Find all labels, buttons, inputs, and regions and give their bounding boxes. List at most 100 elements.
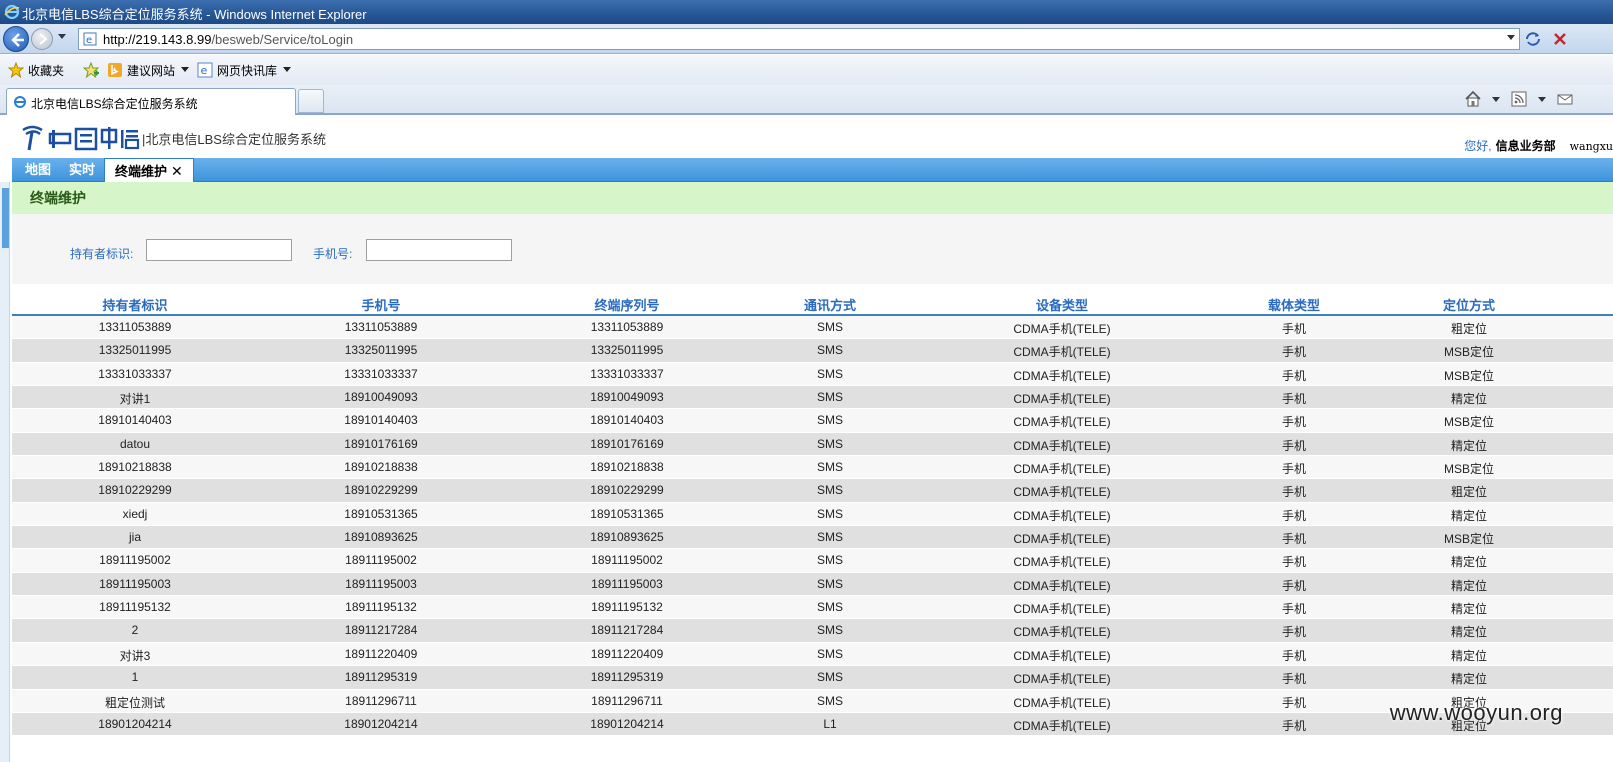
department-name: 信息业务部 bbox=[1495, 139, 1556, 153]
close-tab-icon[interactable]: ✕ bbox=[171, 163, 183, 179]
cell-phone: 18911220409 bbox=[344, 646, 418, 661]
header-serial[interactable]: 终端序列号 bbox=[594, 295, 659, 314]
cell-phone: 13311053889 bbox=[344, 320, 418, 334]
cell-locate-method: 精定位 bbox=[1450, 555, 1488, 570]
cell-phone: 18911295319 bbox=[344, 670, 418, 685]
table-header: 持有者标识 手机号 终端序列号 通讯方式 设备类型 载体类型 定位方式 bbox=[12, 290, 1613, 316]
phone-label: 手机号: bbox=[313, 247, 353, 261]
table-row[interactable]: 粗定位测试 18911296711 18911296711 SMS CDMA手机(TEL… bbox=[12, 689, 1613, 713]
new-tab-button[interactable] bbox=[298, 89, 324, 113]
arrow-left-icon bbox=[11, 33, 24, 47]
cell-holder-id: 18910140403 bbox=[98, 413, 172, 428]
cell-holder-id: jia bbox=[128, 530, 142, 545]
cell-device-type: CDMA手机(TELE) bbox=[1013, 578, 1111, 593]
cell-device-type: CDMA手机(TELE) bbox=[1013, 462, 1111, 477]
cell-device-type: CDMA手机(TELE) bbox=[1013, 718, 1111, 733]
holder-id-input[interactable] bbox=[146, 239, 292, 261]
cell-serial: 18910531365 bbox=[590, 506, 664, 521]
arrow-right-icon bbox=[39, 33, 48, 45]
table-row[interactable]: datou 18910176169 18910176169 SMS CDMA手机(TEL… bbox=[12, 432, 1613, 457]
cell-locate-method: MSB定位 bbox=[1443, 415, 1495, 430]
table-row[interactable]: 18910218838 18910218838 18910218838 SMS CDMA… bbox=[12, 456, 1613, 480]
home-icon[interactable] bbox=[1464, 90, 1482, 108]
svg-text:e: e bbox=[86, 35, 92, 46]
add-favorite-button[interactable] bbox=[83, 61, 103, 79]
table-row[interactable]: 18910229299 18910229299 18910229299 SMS CDMA… bbox=[12, 479, 1613, 503]
history-dropdown-icon[interactable] bbox=[58, 34, 66, 40]
tab-terminal-maintenance[interactable]: 终端维护 ✕ bbox=[104, 158, 194, 182]
table-body: 13311053889 13311053889 13311053889 SMS CDMA… bbox=[12, 316, 1613, 737]
favorites-button[interactable]: 收藏夹 bbox=[8, 61, 64, 79]
tab-map[interactable]: 地图 bbox=[25, 158, 51, 182]
table-row[interactable]: 18911195132 18911195132 18911195132 SMS CDMA… bbox=[12, 596, 1613, 620]
cell-holder-id: 1 bbox=[131, 670, 139, 685]
web-slice-button[interactable]: e 网页快讯库 bbox=[197, 61, 292, 79]
cell-phone: 18910176169 bbox=[344, 436, 418, 451]
cell-holder-id: 对讲3 bbox=[119, 648, 151, 663]
stop-icon[interactable] bbox=[1550, 29, 1570, 49]
table-row[interactable]: 18911195003 18911195003 18911195003 SMS CDMA… bbox=[12, 572, 1613, 597]
cell-phone: 18911296711 bbox=[345, 693, 417, 708]
terminal-table: 持有者标识 手机号 终端序列号 通讯方式 设备类型 载体类型 定位方式 1331… bbox=[12, 290, 1613, 737]
cell-carrier-type: 手机 bbox=[1281, 578, 1307, 593]
table-row[interactable]: 对讲1 18910049093 18910049093 SMS CDMA手机(TELE)… bbox=[12, 386, 1613, 410]
cell-locate-method: 精定位 bbox=[1450, 578, 1488, 593]
cell-locate-method: 精定位 bbox=[1450, 438, 1488, 453]
table-row[interactable]: 对讲3 18911220409 18911220409 SMS CDMA手机(TELE)… bbox=[12, 642, 1613, 667]
table-row[interactable]: 13331033337 13331033337 13331033337 SMS CDMA… bbox=[12, 362, 1613, 387]
feeds-dropdown-icon[interactable] bbox=[1538, 97, 1546, 103]
cell-device-type: CDMA手机(TELE) bbox=[1013, 392, 1111, 407]
table-row[interactable]: 18910140403 18910140403 18910140403 SMS CDMA… bbox=[12, 409, 1613, 433]
header-carrier-type[interactable]: 载体类型 bbox=[1268, 295, 1320, 314]
cell-device-type: CDMA手机(TELE) bbox=[1013, 648, 1111, 663]
header-locate-method[interactable]: 定位方式 bbox=[1443, 295, 1495, 314]
section-title: 终端维护 bbox=[30, 190, 86, 206]
header-phone[interactable]: 手机号 bbox=[361, 295, 400, 314]
holder-id-label: 持有者标识: bbox=[70, 247, 134, 261]
table-row[interactable]: 13325011995 13325011995 13325011995 SMS CDMA… bbox=[12, 339, 1613, 363]
favorites-bar: 收藏夹 建议网站 e 网页快讯库 bbox=[0, 55, 1613, 85]
table-row[interactable]: 1 18911295319 18911295319 SMS CDMA手机(TELE) 手机… bbox=[12, 666, 1613, 690]
collapse-panel-handle[interactable] bbox=[2, 188, 9, 248]
cell-serial: 13311053889 bbox=[590, 320, 664, 334]
search-form: 持有者标识: 手机号: bbox=[12, 214, 1613, 284]
cell-locate-method: 粗定位 bbox=[1450, 485, 1488, 500]
header-comm-method[interactable]: 通讯方式 bbox=[804, 295, 856, 314]
address-input[interactable]: e http://219.143.8.99/besweb/Service/toL… bbox=[78, 28, 1520, 50]
header-device-type[interactable]: 设备类型 bbox=[1036, 295, 1088, 314]
table-row[interactable]: 18911195002 18911195002 18911195002 SMS CDMA… bbox=[12, 549, 1613, 573]
table-row[interactable]: 2 18911217284 18911217284 SMS CDMA手机(TELE) 手机… bbox=[12, 619, 1613, 643]
section-header: 终端维护 bbox=[12, 182, 1613, 214]
window-title: 北京电信LBS综合定位服务系统 - Windows Internet Explo… bbox=[22, 7, 367, 22]
cell-holder-id: xiedj bbox=[122, 506, 148, 521]
table-row[interactable]: 18901204214 18901204214 18901204214 L1 CDMA手… bbox=[12, 712, 1613, 737]
browser-tab-active[interactable]: 北京电信LBS综合定位服务系统 bbox=[6, 88, 296, 115]
phone-input[interactable] bbox=[366, 239, 512, 261]
cell-carrier-type: 手机 bbox=[1281, 368, 1307, 383]
url-dropdown-icon[interactable] bbox=[1507, 35, 1515, 41]
forward-button[interactable] bbox=[31, 28, 53, 50]
cell-carrier-type: 手机 bbox=[1281, 672, 1307, 687]
cell-serial: 18910229299 bbox=[590, 483, 664, 498]
cell-serial: 18910893625 bbox=[590, 530, 664, 545]
cell-serial: 18911296711 bbox=[591, 693, 663, 708]
svg-text:e: e bbox=[201, 64, 208, 77]
cell-device-type: CDMA手机(TELE) bbox=[1013, 695, 1111, 710]
table-row[interactable]: jia 18910893625 18910893625 SMS CDMA手机(TELE)… bbox=[12, 526, 1613, 550]
header-holder-id[interactable]: 持有者标识 bbox=[102, 295, 167, 314]
cell-serial: 13325011995 bbox=[590, 343, 664, 358]
back-button[interactable] bbox=[3, 26, 29, 52]
table-row[interactable]: xiedj 18910531365 18910531365 SMS CDMA手机(TEL… bbox=[12, 502, 1613, 527]
cell-device-type: CDMA手机(TELE) bbox=[1013, 368, 1111, 383]
mail-icon[interactable] bbox=[1556, 90, 1574, 108]
refresh-icon[interactable] bbox=[1523, 29, 1543, 49]
cell-comm-method: SMS bbox=[816, 530, 844, 545]
suggested-sites-button[interactable]: 建议网站 bbox=[107, 61, 190, 79]
table-row[interactable]: 13311053889 13311053889 13311053889 SMS CDMA… bbox=[12, 316, 1613, 340]
cell-comm-method: SMS bbox=[816, 670, 844, 685]
home-dropdown-icon[interactable] bbox=[1492, 97, 1500, 103]
tab-realtime[interactable]: 实时 bbox=[69, 158, 95, 182]
cell-locate-method: 精定位 bbox=[1450, 648, 1488, 663]
feeds-icon[interactable] bbox=[1510, 90, 1528, 108]
cell-comm-method: SMS bbox=[816, 693, 844, 708]
